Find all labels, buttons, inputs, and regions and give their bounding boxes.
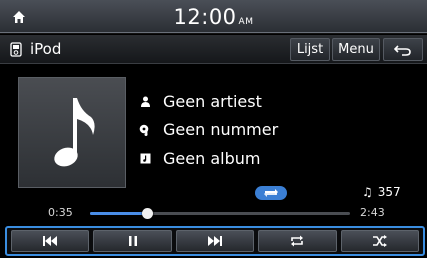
pause-button[interactable] [93,230,172,252]
music-note-icon: ♫ [362,185,373,199]
music-note-icon [54,97,95,166]
previous-button[interactable] [11,230,90,252]
ipod-icon [10,41,22,57]
next-track-icon [208,236,223,246]
progress-bar[interactable] [90,208,350,219]
album-art [18,77,126,188]
source-label: iPod [10,40,61,58]
list-button[interactable]: Lijst [290,38,330,61]
track-count: ♫ 357 [362,185,401,199]
repeat-indicator-icon [264,189,278,197]
elapsed-time: 0:35 [48,206,73,219]
person-icon [139,96,151,108]
source-name: iPod [30,40,62,58]
status-bar: 12:00 AM [0,0,427,34]
clock-ampm: AM [238,17,254,27]
shuffle-button[interactable] [340,230,420,252]
playback-controls [5,226,425,256]
clock: 12:00 AM [0,5,427,29]
repeat-button[interactable] [258,230,337,252]
total-time: 2:43 [360,206,385,219]
pause-icon [128,236,137,246]
song-title: Geen nummer [163,120,279,139]
artist-row: Geen artiest [139,92,262,111]
album-icon [139,153,151,165]
back-button[interactable] [383,38,423,61]
progress-knob[interactable] [142,208,154,219]
track-count-value: 357 [377,185,401,199]
progress-fill [90,212,148,215]
next-button[interactable] [175,230,255,252]
clock-time: 12:00 [173,5,237,29]
song-icon [139,124,151,136]
previous-track-icon [43,236,58,246]
back-arrow-icon [394,44,411,56]
repeat-indicator [255,186,287,200]
repeat-icon [291,235,304,247]
status-divider [0,32,427,33]
toolbar: iPod Lijst Menu [0,35,427,64]
shuffle-icon [372,235,387,247]
album-name: Geen album [163,149,261,168]
artist-name: Geen artiest [163,92,262,111]
title-row: Geen nummer [139,120,278,139]
album-row: Geen album [139,149,260,168]
menu-button[interactable]: Menu [332,38,380,61]
